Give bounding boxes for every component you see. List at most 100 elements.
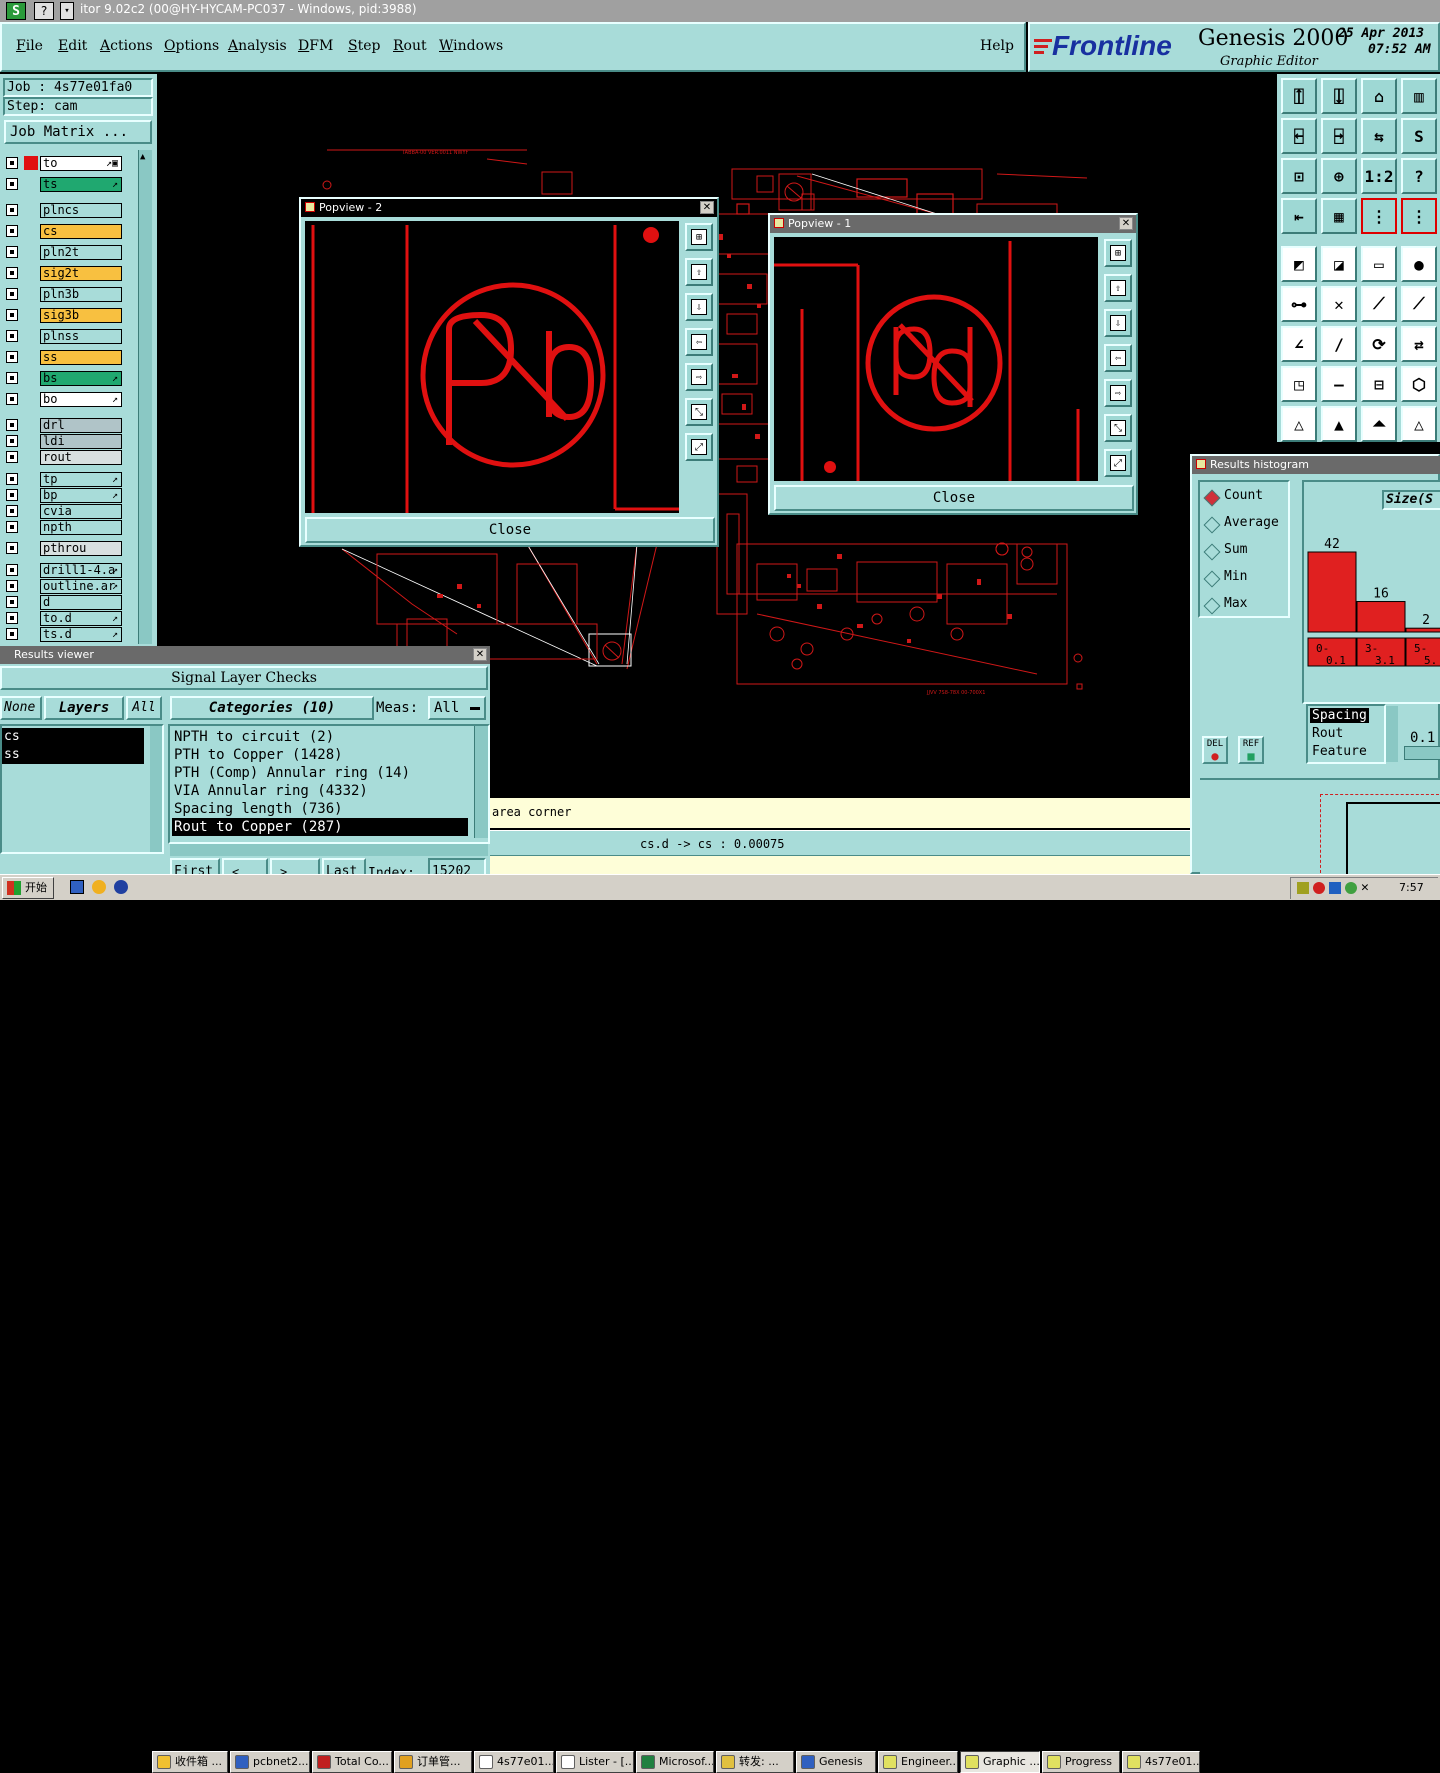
node-icon[interactable]: ⟋ (1401, 286, 1437, 322)
layer-name[interactable]: cvia (40, 504, 122, 519)
menu-step[interactable]: Step (348, 38, 380, 54)
fit-icon[interactable]: ⊡ (1281, 158, 1317, 194)
pan-right-icon[interactable]: ⇨ (1104, 379, 1132, 407)
layer-checkbox[interactable] (6, 521, 18, 533)
layer-row-sig3b[interactable]: sig3b (6, 308, 124, 323)
layer-name[interactable]: ts.d↗ (40, 627, 122, 642)
layer-name[interactable]: cs (40, 224, 122, 239)
quicklaunch-app-icon[interactable] (114, 880, 128, 894)
none-button[interactable]: None (0, 696, 42, 720)
pan-right-icon[interactable]: ⇨ (685, 363, 713, 391)
tray-icon-4[interactable] (1345, 882, 1357, 894)
layer-checkbox[interactable] (6, 451, 18, 463)
layer-name[interactable]: tp↗ (40, 472, 122, 487)
flip-icon[interactable]: ⇄ (1401, 326, 1437, 362)
histogram-bar[interactable] (1406, 628, 1440, 632)
blob-icon[interactable]: ⬡ (1401, 366, 1437, 402)
route-icon[interactable]: ⟋ (1361, 286, 1397, 322)
layer-checkbox[interactable] (6, 542, 18, 554)
layer-row-cs[interactable]: cs (6, 224, 124, 239)
layer-name[interactable]: sig2t (40, 266, 122, 281)
query-icon[interactable]: ? (1401, 158, 1437, 194)
layer-row-ldi[interactable]: ldi (6, 434, 124, 449)
layer-checkbox[interactable] (6, 419, 18, 431)
layer-row-drl[interactable]: drl (6, 418, 124, 433)
popview-1-close-icon[interactable]: ✕ (1119, 217, 1133, 230)
menu-analysis[interactable]: Analysis (228, 38, 287, 54)
layer-results-scrollbar[interactable] (150, 726, 162, 852)
connect-icon[interactable]: ⊶ (1281, 286, 1317, 322)
menu-options[interactable]: Options (164, 38, 219, 54)
layer-checkbox[interactable] (6, 178, 18, 190)
net-red-icon[interactable]: ⋮ (1401, 198, 1437, 234)
category-item[interactable]: Spacing length (736) (172, 800, 468, 818)
zoom-page-down-icon[interactable]: ⍗ (1321, 78, 1357, 114)
taskbar-item[interactable]: Progress (1042, 1751, 1120, 1773)
cross-icon[interactable]: ✕ (1321, 286, 1357, 322)
layer-checkbox[interactable] (6, 473, 18, 485)
layer-checkbox[interactable] (6, 628, 18, 640)
layer-name[interactable]: drl (40, 418, 122, 433)
del-button[interactable]: DEL● (1202, 736, 1228, 764)
layer-name[interactable]: ts↗ (40, 177, 122, 192)
pan-left-icon[interactable]: ⇦ (685, 328, 713, 356)
layer-name[interactable]: sig3b (40, 308, 122, 323)
layer-checkbox[interactable] (6, 225, 18, 237)
layer-row-npth[interactable]: npth (6, 520, 124, 535)
center-icon[interactable]: ⊕ (1321, 158, 1357, 194)
zoom-page-up-icon[interactable]: ⍐ (1281, 78, 1317, 114)
layer-row-outline.ar[interactable]: outline.ar↗ (6, 579, 124, 594)
taskbar-item[interactable]: Engineer... (878, 1751, 958, 1773)
layer-row-to.d[interactable]: to.d↗ (6, 611, 124, 626)
job-matrix-button[interactable]: Job Matrix ... (4, 120, 152, 144)
draw-icon[interactable]: ◪ (1321, 246, 1357, 282)
popview-2-close-icon[interactable]: ✕ (700, 201, 714, 214)
results-viewer-titlebar[interactable]: Results viewer ✕ (0, 646, 490, 664)
layer-checkbox[interactable] (6, 505, 18, 517)
triangle-4-icon[interactable]: △ (1401, 406, 1437, 442)
popview-1-titlebar[interactable]: Popview - 1 ✕ (770, 215, 1136, 233)
pan-left-icon[interactable]: ⇦ (1104, 344, 1132, 372)
popview-1-canvas[interactable] (774, 237, 1098, 481)
pan-down-icon[interactable]: ⇩ (685, 293, 713, 321)
category-item[interactable]: PTH (Comp) Annular ring (14) (172, 764, 468, 782)
radio-average[interactable] (1204, 517, 1221, 534)
popview-2-titlebar[interactable]: Popview - 2 ✕ (301, 199, 717, 217)
measure-box-icon[interactable]: ⊟ (1361, 366, 1397, 402)
menu-windows[interactable]: Windows (439, 38, 503, 54)
layer-result-item[interactable]: cs (2, 728, 144, 746)
layer-name[interactable]: ldi (40, 434, 122, 449)
histogram-titlebar[interactable]: Results histogram (1192, 456, 1440, 474)
menu-file[interactable]: File (16, 38, 43, 54)
radio-sum[interactable] (1204, 544, 1221, 561)
window-split-icon[interactable]: ▥ (1401, 78, 1437, 114)
zoom-in-icon[interactable]: ⊞ (1104, 239, 1132, 267)
taskbar-item[interactable]: Graphic ... (960, 1751, 1040, 1773)
layer-checkbox[interactable] (6, 393, 18, 405)
menu-rout[interactable]: Rout (393, 38, 427, 54)
pan-up-icon[interactable]: ⇧ (685, 258, 713, 286)
layer-checkbox[interactable] (6, 435, 18, 447)
layer-row-pln2t[interactable]: pln2t (6, 245, 124, 260)
layer-row-bs[interactable]: bs↗ (6, 371, 124, 386)
pan-right-icon[interactable]: ⍈ (1321, 118, 1357, 154)
net-icon[interactable]: ⋮ (1361, 198, 1397, 234)
layer-row-cvia[interactable]: cvia (6, 504, 124, 519)
menu-edit[interactable]: Edit (58, 38, 87, 54)
arc-icon[interactable]: ⟳ (1361, 326, 1397, 362)
taskbar-item[interactable]: pcbnet2... (230, 1751, 310, 1773)
layer-checkbox[interactable] (6, 489, 18, 501)
grid-icon[interactable]: ▦ (1321, 198, 1357, 234)
layer-checkbox[interactable] (6, 564, 18, 576)
help-menu[interactable]: Help (980, 38, 1014, 54)
layer-row-drill1-4.a[interactable]: drill1-4.a↗ (6, 563, 124, 578)
tray-icon-2[interactable] (1313, 882, 1325, 894)
layer-checkbox[interactable] (6, 288, 18, 300)
tray-icon-5[interactable]: ✕ (1361, 880, 1369, 895)
histogram-slider[interactable] (1404, 746, 1440, 760)
triangle-1-icon[interactable]: △ (1281, 406, 1317, 442)
fit-out-icon[interactable]: ⤢ (1104, 449, 1132, 477)
histogram-list[interactable]: SpacingRoutFeature (1306, 704, 1386, 764)
layer-row-ss[interactable]: ss (6, 350, 124, 365)
layers-button[interactable]: Layers (44, 696, 124, 720)
